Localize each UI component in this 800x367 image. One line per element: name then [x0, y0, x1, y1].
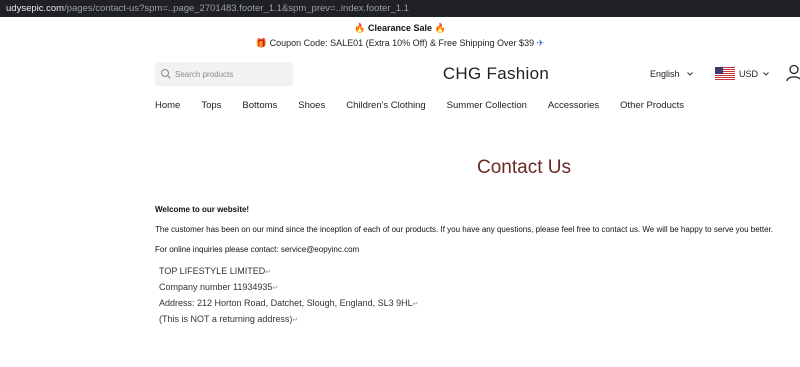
chevron-down-icon: [763, 71, 769, 76]
user-account-icon[interactable]: [786, 64, 800, 82]
nav-item-other-products[interactable]: Other Products: [620, 100, 684, 111]
nav-item-home[interactable]: Home: [155, 100, 180, 111]
url-path: /pages/contact-us?spm=..page_2701483.foo…: [64, 3, 409, 14]
nav-item-accessories[interactable]: Accessories: [548, 100, 599, 111]
nav-item-summer-collection[interactable]: Summer Collection: [447, 100, 527, 111]
language-selector[interactable]: English: [650, 69, 694, 79]
page-title: Contact Us: [477, 157, 571, 178]
nav-item-childrens-clothing[interactable]: Children's Clothing: [346, 100, 425, 111]
return-mark-icon: ↵: [265, 269, 272, 276]
airplane-icon: ✈: [536, 38, 545, 48]
nav-item-shoes[interactable]: Shoes: [298, 100, 325, 111]
announcement-line-1: 🔥 Clearance Sale 🔥: [0, 22, 800, 35]
inquiries-text: For online inquiries please contact: ser…: [155, 245, 360, 254]
announcement-bar: 🔥 Clearance Sale 🔥 🎁 Coupon Code: SALE01…: [0, 22, 800, 50]
fire-icon: 🔥: [354, 23, 366, 33]
intro-paragraph: The customer has been on our mind since …: [155, 225, 773, 234]
nav-item-tops[interactable]: Tops: [201, 100, 221, 111]
return-mark-icon: ↵: [292, 317, 299, 324]
browser-url-bar[interactable]: udysepic.com/pages/contact-us?spm=..page…: [0, 0, 800, 17]
main-navigation: Home Tops Bottoms Shoes Children's Cloth…: [155, 100, 684, 111]
nav-item-bottoms[interactable]: Bottoms: [242, 100, 277, 111]
search-input[interactable]: [175, 66, 287, 82]
us-flag-icon: [715, 67, 735, 80]
announcement-line-2: 🎁 Coupon Code: SALE01 (Extra 10% Off) & …: [0, 36, 800, 50]
address-line: TOP LIFESTYLE LIMITED↵: [159, 266, 272, 276]
address-line: Address: 212 Horton Road, Datchet, Sloug…: [159, 298, 419, 308]
welcome-text: Welcome to our website!: [155, 205, 250, 214]
search-icon: [161, 69, 171, 79]
currency-label: USD: [739, 68, 759, 79]
return-mark-icon: ↵: [272, 285, 279, 292]
company-address-block: TOP LIFESTYLE LIMITED↵ Company number 11…: [159, 264, 419, 328]
site-logo[interactable]: CHG Fashion: [420, 64, 572, 84]
contact-content: Welcome to our website! The customer has…: [155, 204, 795, 256]
return-mark-icon: ↵: [412, 301, 419, 308]
fire-icon: 🔥: [434, 23, 446, 33]
address-line: Company number 11934935↵: [159, 282, 279, 292]
address-line: (This is NOT a returning address)↵: [159, 314, 299, 324]
chevron-down-icon: [686, 72, 693, 76]
coupon-text: Coupon Code: SALE01 (Extra 10% Off) & Fr…: [269, 38, 535, 48]
url-host: udysepic.com: [6, 3, 65, 14]
currency-selector[interactable]: USD: [715, 67, 770, 80]
language-label: English: [650, 69, 680, 79]
gift-icon: 🎁: [255, 38, 268, 48]
announcement-title: Clearance Sale: [367, 23, 433, 33]
search-box[interactable]: [155, 62, 293, 86]
